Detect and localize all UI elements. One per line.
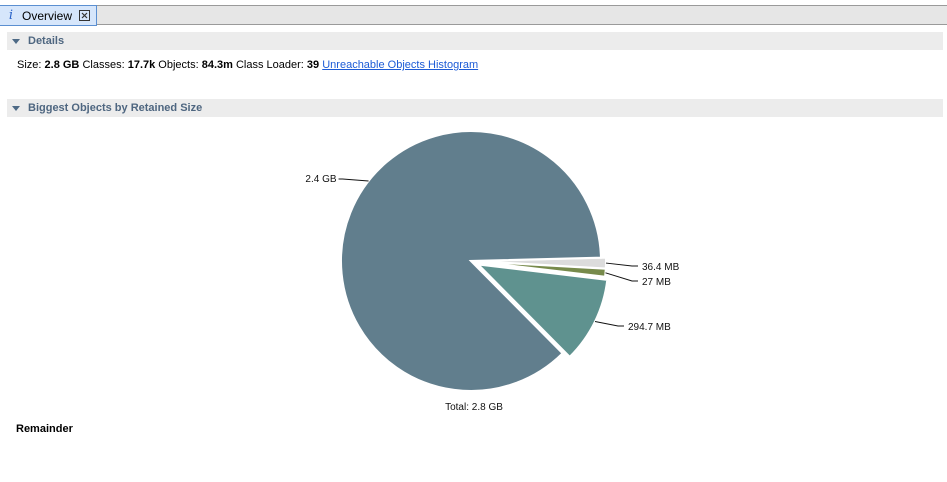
- close-icon[interactable]: [79, 10, 91, 21]
- classes-label: Classes:: [82, 59, 125, 71]
- pie-slice-label: 36.4 MB: [642, 262, 680, 273]
- editor-tab-bar: i Overview: [0, 5, 947, 26]
- pie-slice-label: 2.4 GB: [305, 174, 336, 185]
- pie-slice-label: 294.7 MB: [628, 322, 671, 333]
- section-title: Biggest Objects by Retained Size: [28, 102, 203, 114]
- details-section-header[interactable]: Details: [7, 32, 943, 50]
- remainder-label: Remainder: [16, 423, 73, 435]
- details-summary: Size: 2.8 GB Classes: 17.7k Objects: 84.…: [17, 59, 478, 71]
- objects-label: Objects:: [158, 59, 199, 71]
- label-leader-line: [605, 272, 638, 282]
- objects-value: 84.3m: [201, 59, 233, 71]
- size-label: Size:: [17, 59, 42, 71]
- class-loader-value: 39: [306, 59, 320, 71]
- retained-size-pie-chart: 36.4 MB 27 MB 294.7 MB 2.4 GB Total: 2.8 GB: [305, 130, 680, 413]
- unreachable-objects-histogram-link[interactable]: Unreachable Objects Histogram: [322, 59, 478, 71]
- collapse-caret-icon[interactable]: [12, 105, 20, 111]
- pie-slice-label: 27 MB: [642, 277, 671, 288]
- size-value: 2.8 GB: [44, 59, 80, 71]
- tab-overview[interactable]: i Overview: [0, 5, 97, 26]
- info-icon: i: [8, 7, 14, 23]
- classes-value: 17.7k: [127, 59, 156, 71]
- section-title: Details: [28, 35, 65, 47]
- biggest-objects-section-header[interactable]: Biggest Objects by Retained Size: [7, 99, 943, 117]
- chart-total-label: Total: 2.8 GB: [445, 402, 503, 413]
- label-leader-line: [594, 321, 624, 327]
- label-leader-line: [338, 178, 369, 182]
- tab-label: Overview: [22, 8, 73, 23]
- label-leader-line: [605, 262, 638, 267]
- class-loader-label: Class Loader:: [235, 59, 304, 71]
- collapse-caret-icon[interactable]: [12, 38, 20, 44]
